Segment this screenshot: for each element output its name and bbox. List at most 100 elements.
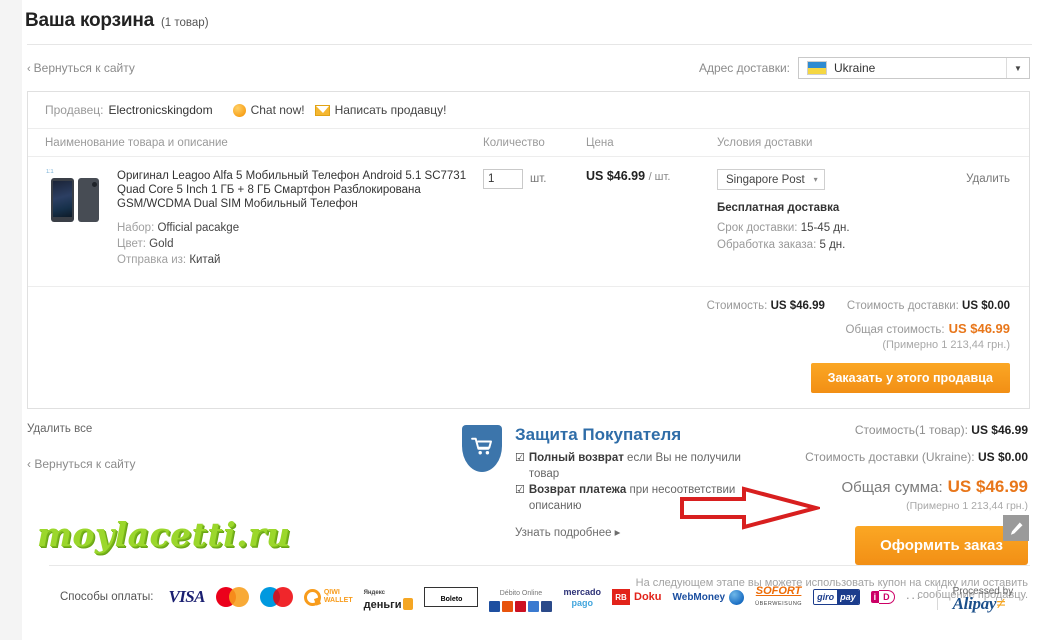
summary-shipping-label: Стоимость доставки (Ukraine): [805,450,975,464]
pencil-icon [1010,522,1022,535]
cart-item-row: 1:1 Оригинал Leagoo Alfa 5 Мобильный Тел… [28,157,1029,287]
giropay-line2: pay [837,590,859,604]
checkbox-checked-icon: ☑ [515,452,525,464]
seller-card-footer: Стоимость: US $46.99 Стоимость доставки:… [28,287,1029,408]
delete-all-link[interactable]: Удалить все [27,423,136,435]
shopping-cart-glyph [471,437,492,455]
delivery-time-value: 15-45 дн. [800,222,850,234]
cart-bulk-actions: Удалить все ‹ Вернуться к сайту [27,423,136,471]
webmoney-label: WebMoney [672,591,726,603]
phone-screen-shape [53,181,72,217]
summary-grand-approx: (Примерно 1 213,44 грн.) [906,500,1028,512]
item-actions-cell: Удалить [947,169,1029,268]
chevron-left-icon: ‹ [27,63,31,75]
summary-grand-value: US $46.99 [947,477,1028,496]
alipay-processor: Processed by Alipay≠ [952,584,1014,613]
summary-shipping-row: Стоимость доставки (Ukraine): US $0.00 [628,450,1028,464]
mercado-pago-icon: mercado pago [563,586,601,608]
summary-cost-row: Стоимость(1 товар): US $46.99 [628,423,1028,437]
attribute-value: Китай [189,254,221,266]
item-quantity-cell: шт. [483,169,586,268]
page-header: Ваша корзина (1 товар) [22,0,1038,32]
payment-methods-bar: Способы оплаты: VISA QIWI WALLET Яндекс д… [49,566,1030,628]
seller-row: Продавец: Electronicskingdom Chat now! Н… [28,92,1029,128]
item-description-cell: 1:1 Оригинал Leagoo Alfa 5 Мобильный Тел… [28,169,483,268]
maestro-icon [259,587,293,607]
quantity-input[interactable] [483,169,523,189]
checkout-row: Оформить заказ [628,526,1028,565]
debito-bank-icons [489,601,553,612]
shipping-country-select[interactable]: Ukraine ▼ [798,57,1030,79]
item-text-block: Оригинал Leagoo Alfa 5 Мобильный Телефон… [117,169,472,268]
delete-item-link[interactable]: Удалить [966,173,1010,185]
protection-item-strong: Возврат платежа [528,484,627,496]
qiwi-line2: WALLET [323,597,353,604]
seller-total-approx: (Примерно 1 213,44 грн.) [882,339,1010,351]
shipping-country-value: Ukraine [834,61,876,75]
item-price-value: US $46.99 [586,169,646,183]
message-seller-button[interactable]: Написать продавцу! [314,103,447,117]
back-to-site-link-bottom[interactable]: ‹ Вернуться к сайту [27,457,136,471]
boleto-label: Boleto [440,596,463,603]
attribute-row: Набор: Official pacakge [117,220,472,236]
summary-grand-label: Общая сумма: [841,479,943,496]
attribute-label: Набор: [117,222,155,234]
delivery-time-row: Срок доставки: 15-45 дн. [717,220,947,237]
ideal-line2: D [879,590,895,604]
item-shipping-cell: Singapore Post ▾ Бесплатная доставка Сро… [717,169,947,268]
product-thumbnail[interactable]: 1:1 [45,169,105,225]
protection-item-strong: Полный возврат [528,452,624,464]
sofort-icon: SOFORT ÜBERWEISUNG [755,585,802,609]
mastercard-icon [215,587,249,607]
shipping-address-group: Адрес доставки: Ukraine ▼ [699,57,1030,79]
ideal-icon: i D [870,590,895,604]
chevron-down-icon: ▾ [813,175,818,184]
sofort-line1: SOFORT [755,585,802,597]
ideal-line1: i [870,591,880,603]
qiwi-line1: QIWI [323,589,340,596]
back-to-site-link-top[interactable]: ‹ Вернуться к сайту [27,61,135,75]
seller-label: Продавец: [45,103,104,117]
payments-vertical-separator [936,584,938,610]
col-header-description: Наименование товара и описание [45,136,228,149]
edit-tool-button[interactable] [1003,515,1029,541]
yandex-money-icon: Яндекс деньги [364,585,414,610]
yandex-line2: деньги [363,598,402,611]
chat-now-button[interactable]: Chat now! [232,103,305,117]
doku-label: Doku [634,591,662,603]
processing-time-row: Обработка заказа: 5 дн. [717,237,947,254]
site-watermark: moylacetti.ru [37,515,291,554]
attribute-label: Отправка из: [117,254,187,266]
attribute-row: Отправка из: Китай [117,252,472,268]
more-payments-icon[interactable]: ··· [906,590,922,605]
seller-name[interactable]: Electronicskingdom [109,103,213,117]
shipping-meta: Срок доставки: 15-45 дн. Обработка заказ… [717,220,947,254]
globe-icon [729,589,745,605]
thumbnail-badge: 1:1 [46,169,54,175]
summary-shipping-value: US $0.00 [977,450,1028,464]
col-header-shipping: Условия доставки [717,136,813,149]
debito-label: Débito Online [499,590,543,597]
seller-total-line: Общая стоимость: US $46.99 [28,321,1010,336]
attribute-value: Gold [149,238,174,250]
chat-now-label: Chat now! [250,103,305,117]
attribute-value: Official pacakge [157,222,240,234]
left-gutter [0,0,22,640]
alipay-logo: Alipay≠ [952,593,1006,613]
order-from-seller-button[interactable]: Заказать у этого продавца [810,363,1010,393]
doku-icon: RB Doku [612,589,662,605]
shipping-method-select[interactable]: Singapore Post ▾ [717,169,825,190]
attribute-label: Цвет: [117,238,146,250]
seller-subtotal-line: Стоимость: US $46.99 Стоимость доставки:… [28,300,1010,312]
chevron-down-icon[interactable]: ▼ [1006,58,1029,78]
chat-bubble-icon [232,103,246,117]
product-title-link[interactable]: Оригинал Leagoo Alfa 5 Мобильный Телефон… [117,169,472,211]
shield-cart-icon [462,425,502,472]
message-seller-label: Написать продавцу! [334,103,447,117]
back-to-site-label-bottom: Вернуться к сайту [34,457,136,471]
seller-cost-label: Стоимость: [706,300,768,312]
summary-cost-label: Стоимость(1 товар): [854,423,968,437]
phone-camera-shape [92,182,97,187]
product-attributes: Набор: Official pacakge Цвет: Gold Отпра… [117,220,472,268]
seller-shipcost-value: US $0.00 [962,300,1010,312]
